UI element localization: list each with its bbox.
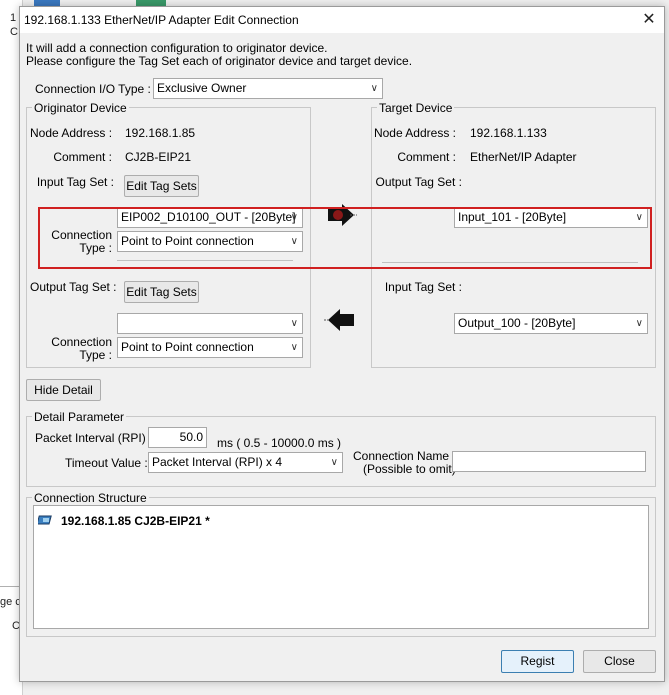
background-text: ge c <box>0 596 21 608</box>
tree-root-node[interactable]: 192.168.1.85 CJ2B-EIP21 * <box>61 514 210 528</box>
originator-output-connection-type-select[interactable]: Point to Point connection ∨ <box>117 337 303 358</box>
originator-node-address-label: Node Address : <box>30 126 113 140</box>
originator-device-label: Originator Device <box>32 101 129 115</box>
connection-io-type-select[interactable]: Exclusive Owner ∨ <box>153 78 383 99</box>
chevron-down-icon: ∨ <box>635 318 643 329</box>
originator-node-address-value: 192.168.1.85 <box>125 126 196 140</box>
originator-comment-value: CJ2B-EIP21 <box>125 150 192 164</box>
connection-structure-tree[interactable]: 192.168.1.85 CJ2B-EIP21 * <box>33 505 649 629</box>
edit-connection-dialog: 192.168.1.133 EtherNet/IP Adapter Edit C… <box>19 6 665 682</box>
regist-button[interactable]: Regist <box>501 650 574 673</box>
arrow-left-icon <box>324 309 354 331</box>
hide-detail-button[interactable]: Hide Detail <box>26 379 101 401</box>
originator-output-connection-type-value: Point to Point connection <box>121 340 254 354</box>
highlight-box <box>38 207 652 269</box>
title-bar: 192.168.1.133 EtherNet/IP Adapter Edit C… <box>20 7 664 33</box>
close-icon[interactable]: ✕ <box>638 9 660 31</box>
timeout-value: Packet Interval (RPI) x 4 <box>152 455 283 469</box>
background-text: 1 <box>10 12 17 24</box>
timeout-value-select[interactable]: Packet Interval (RPI) x 4 ∨ <box>148 452 343 473</box>
output-connection-type-label: Connection <box>51 335 112 349</box>
target-comment-value: EtherNet/IP Adapter <box>470 150 577 164</box>
connection-io-type-label: Connection I/O Type : <box>35 82 151 96</box>
intro-text-line2: Please configure the Tag Set each of ori… <box>26 54 413 68</box>
timeout-value-label: Timeout Value : <box>65 456 148 470</box>
output-connection-type-label: Type : <box>79 348 112 362</box>
dialog-title: 192.168.1.133 EtherNet/IP Adapter Edit C… <box>24 13 299 27</box>
output-edit-tag-sets-button[interactable]: Edit Tag Sets <box>124 281 199 303</box>
originator-comment-label: Comment : <box>53 150 112 164</box>
edit-tag-sets-button[interactable]: Edit Tag Sets <box>124 175 199 197</box>
device-icon <box>38 515 52 525</box>
close-button[interactable]: Close <box>583 650 656 673</box>
connection-name-input[interactable] <box>452 451 646 472</box>
target-comment-label: Comment : <box>397 150 456 164</box>
connection-name-label: Connection Name : <box>353 449 456 463</box>
target-output-tag-set-label: Output Tag Set : <box>375 175 462 189</box>
packet-interval-label: Packet Interval (RPI) : <box>35 431 153 445</box>
intro-text-line1: It will add a connection configuration t… <box>26 41 328 55</box>
connection-io-type-value: Exclusive Owner <box>157 81 247 95</box>
background-text: C <box>10 26 18 38</box>
originator-output-tag-set-label: Output Tag Set : <box>30 280 117 294</box>
target-device-label: Target Device <box>377 101 455 115</box>
packet-interval-unit: ms ( 0.5 - 10000.0 ms ) <box>217 436 342 450</box>
chevron-down-icon: ∨ <box>330 457 338 468</box>
target-input-tag-select[interactable]: Output_100 - [20Byte] ∨ <box>454 313 648 334</box>
target-input-tag-value: Output_100 - [20Byte] <box>458 316 576 330</box>
originator-output-tag-select[interactable]: ∨ <box>117 313 303 334</box>
originator-input-tag-set-label: Input Tag Set : <box>36 175 114 189</box>
detail-parameter-label: Detail Parameter <box>32 410 127 424</box>
chevron-down-icon: ∨ <box>290 342 298 353</box>
chevron-down-icon: ∨ <box>290 318 298 329</box>
target-node-address-label: Node Address : <box>373 126 456 140</box>
packet-interval-input[interactable]: 50.0 <box>148 427 207 448</box>
connection-name-hint: (Possible to omit) <box>363 462 456 476</box>
target-node-address-value: 192.168.1.133 <box>470 126 547 140</box>
target-input-tag-set-label: Input Tag Set : <box>384 280 462 294</box>
connection-structure-label: Connection Structure <box>32 491 149 505</box>
chevron-down-icon: ∨ <box>370 83 378 94</box>
